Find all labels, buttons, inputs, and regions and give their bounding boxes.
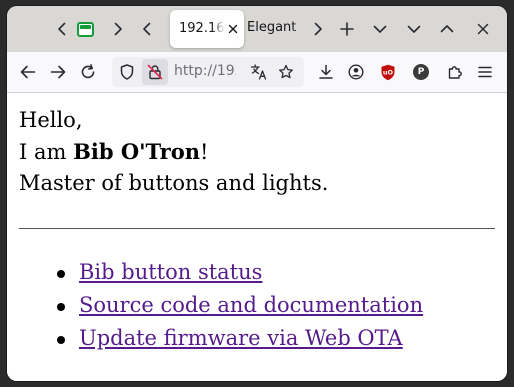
pocket-extension-icon[interactable]: P: [410, 61, 432, 83]
ublock-origin-icon[interactable]: uO: [377, 61, 399, 83]
bib-button-status-link[interactable]: Bib button status: [79, 260, 262, 284]
intro-suffix: !: [199, 140, 209, 164]
back-arrow-icon[interactable]: [17, 61, 39, 83]
scroll-tabs-right-icon[interactable]: [307, 16, 329, 42]
tab-chevron-right-icon[interactable]: [107, 16, 129, 42]
pinned-tab-favicon-icon: [76, 21, 94, 37]
reload-icon[interactable]: [77, 61, 99, 83]
insecure-connection-lock-icon[interactable]: [142, 59, 168, 85]
browser-window: 192.168.1.123 Elegant: [7, 6, 507, 381]
new-tab-plus-icon[interactable]: [336, 16, 358, 42]
intro-prefix: I am: [19, 140, 74, 164]
source-code-docs-link[interactable]: Source code and documentation: [79, 293, 423, 317]
hamburger-menu-icon[interactable]: [474, 61, 496, 83]
tagline: Master of buttons and lights.: [19, 171, 329, 195]
device-name: Bib O'Tron: [73, 139, 200, 164]
tab-inactive[interactable]: Elegant: [247, 20, 307, 38]
bookmark-star-icon[interactable]: [275, 61, 297, 83]
window-minimize-chevron-icon[interactable]: [403, 16, 425, 42]
window-maximize-chevron-icon[interactable]: [436, 16, 458, 42]
greeting-text: Hello,: [19, 108, 83, 132]
list-item: Bib button status: [47, 256, 423, 289]
horizontal-divider: [19, 228, 495, 229]
tab-active[interactable]: 192.168.1.123: [170, 10, 244, 48]
account-avatar-icon[interactable]: [345, 61, 367, 83]
tab-chevron-left-icon[interactable]: [136, 16, 158, 42]
scroll-tabs-left-icon[interactable]: [51, 16, 73, 42]
list-item: Update firmware via Web OTA: [47, 322, 423, 355]
pinned-tab[interactable]: [74, 16, 96, 42]
translate-icon[interactable]: [248, 61, 270, 83]
list-item: Source code and documentation: [47, 289, 423, 322]
tab-title: 192.168.1.123: [179, 21, 225, 36]
ublock-label: uO: [383, 68, 394, 76]
extensions-puzzle-icon[interactable]: [444, 61, 466, 83]
downloads-icon[interactable]: [315, 61, 337, 83]
update-firmware-link[interactable]: Update firmware via Web OTA: [79, 326, 403, 350]
tracking-protection-shield-icon[interactable]: [116, 61, 138, 83]
navigation-toolbar: http://192.168.1.123 uO P: [7, 52, 507, 93]
tab-strip: 192.168.1.123 Elegant: [7, 6, 507, 52]
url-text[interactable]: http://192.168.1.123: [174, 63, 236, 81]
tab-close-icon[interactable]: [225, 21, 241, 37]
list-all-tabs-chevron-down-icon[interactable]: [369, 16, 391, 42]
pocket-badge: P: [413, 64, 429, 80]
greeting-block: Hello, I am Bib O'Tron! Master of button…: [19, 105, 328, 199]
forward-arrow-icon[interactable]: [47, 61, 69, 83]
page-content: Hello, I am Bib O'Tron! Master of button…: [7, 93, 507, 381]
window-close-icon[interactable]: [472, 16, 494, 42]
address-bar[interactable]: http://192.168.1.123: [112, 57, 304, 87]
link-list: Bib button status Source code and docume…: [47, 256, 423, 355]
